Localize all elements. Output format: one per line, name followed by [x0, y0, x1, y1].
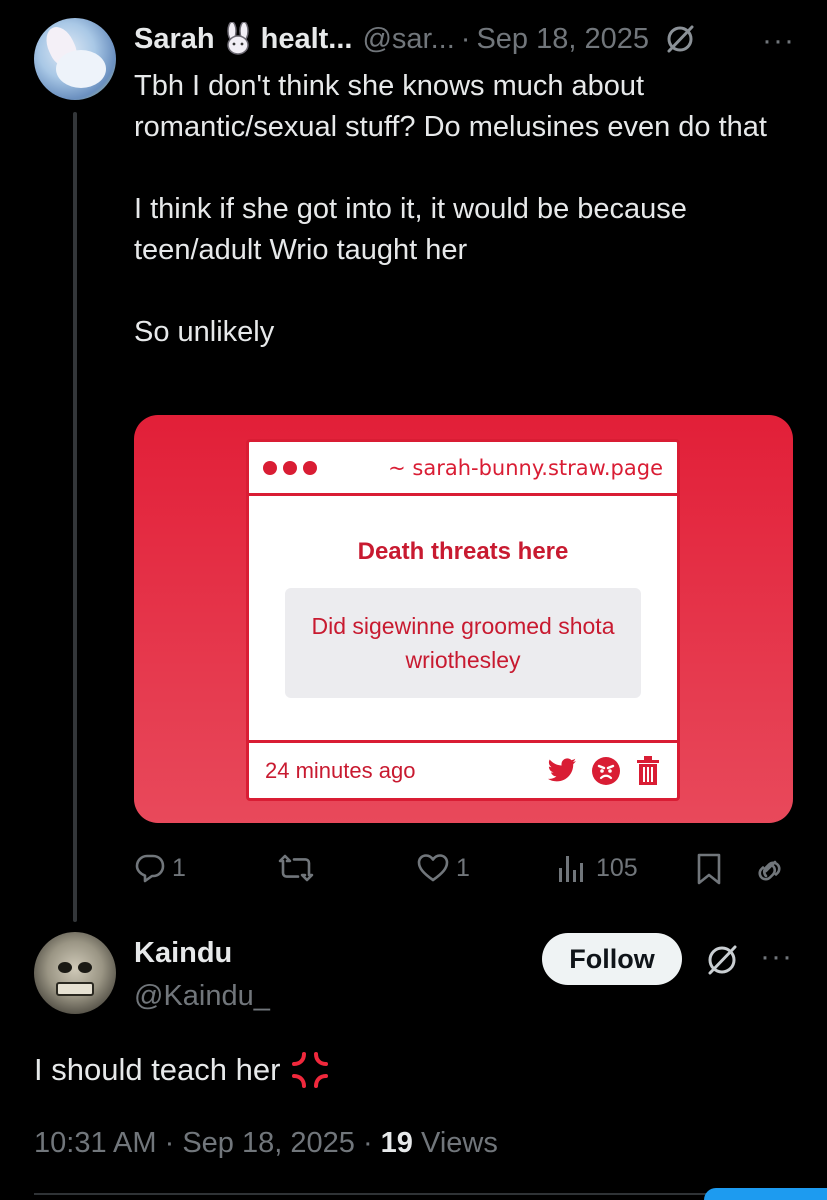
thread-connector-line: [73, 112, 77, 922]
share-icon: [758, 860, 781, 881]
attached-image[interactable]: ~ sarah-bunny.straw.page Death threats h…: [134, 415, 793, 823]
card-time-ago: 24 minutes ago: [265, 757, 416, 783]
reply-button[interactable]: 1: [134, 852, 186, 884]
tweet-paragraph: I think if she got into it, it would be …: [134, 193, 687, 266]
twitter-bird-icon: [547, 757, 576, 781]
anger-symbol-icon: [292, 1052, 329, 1088]
card-icons: [547, 755, 661, 786]
avatar[interactable]: [34, 932, 116, 1014]
more-options-icon[interactable]: ···: [762, 24, 795, 58]
views-chart-icon: [559, 856, 583, 882]
grok-icon[interactable]: [663, 22, 697, 56]
repost-icon: [278, 854, 314, 882]
avatar-mouth: [56, 982, 94, 996]
window-titlebar: ~ sarah-bunny.straw.page: [249, 442, 677, 496]
card-message: Did sigewinne groomed shota wriothesley: [285, 588, 641, 698]
like-button[interactable]: 1: [416, 852, 470, 884]
window-url: ~ sarah-bunny.straw.page: [388, 455, 663, 480]
trash-icon: [637, 755, 659, 785]
grok-icon[interactable]: [704, 942, 740, 978]
tweet-date[interactable]: Sep 18, 2025: [476, 23, 649, 56]
tweet-actions-bar: 1 1 105: [134, 846, 794, 890]
like-count: 1: [456, 853, 470, 882]
tweet-paragraph: Tbh I don't think she knows much about r…: [134, 70, 767, 143]
avatar-eye: [58, 962, 72, 973]
avatar-eye: [78, 962, 92, 973]
tweet-paragraph: I should teach her: [34, 1052, 281, 1087]
bookmark-button[interactable]: [694, 852, 724, 886]
separator-dot: ·: [460, 22, 471, 55]
more-options-icon[interactable]: ···: [760, 940, 793, 974]
tweet-date[interactable]: Sep 18, 2025: [182, 1127, 355, 1159]
separator-dot: ·: [362, 1127, 373, 1159]
bookmark-icon: [697, 853, 721, 885]
display-name[interactable]: Kaindu: [134, 937, 232, 970]
views-label: Views: [421, 1127, 498, 1159]
views-button[interactable]: 105: [556, 852, 638, 884]
handle[interactable]: @Kaindu_: [134, 980, 270, 1013]
avatar[interactable]: [34, 18, 116, 100]
repost-button[interactable]: [278, 852, 320, 884]
views-count: 19: [380, 1127, 413, 1159]
tweet-text: I should teach her: [34, 1050, 330, 1090]
tweet-header: Sarah healt... @sar... · Sep 18, 2025: [134, 22, 697, 56]
browser-window-graphic: ~ sarah-bunny.straw.page Death threats h…: [246, 439, 680, 801]
tweet-time[interactable]: 10:31 AM: [34, 1127, 157, 1159]
share-button[interactable]: [752, 852, 788, 886]
bunny-emoji-icon: [226, 22, 249, 55]
reply-count: 1: [172, 853, 186, 882]
tweet-text: Tbh I don't think she knows much about r…: [134, 66, 794, 353]
window-dots-icon: [263, 460, 317, 475]
avatar-bunny-face: [56, 50, 106, 88]
floating-button-edge[interactable]: [704, 1188, 827, 1200]
reply-icon: [135, 854, 165, 883]
follow-button[interactable]: Follow: [542, 933, 682, 985]
card-title: Death threats here: [357, 538, 569, 565]
view-count: 105: [596, 853, 638, 882]
display-name[interactable]: Sarah: [134, 23, 215, 56]
angry-face-icon: [592, 756, 620, 785]
tweet-metadata: 10:31 AM · Sep 18, 2025 · 19 Views: [34, 1127, 498, 1160]
tweet-paragraph: So unlikely: [134, 316, 275, 348]
handle[interactable]: @sar...: [362, 23, 454, 56]
heart-icon: [417, 854, 449, 882]
display-name-suffix[interactable]: healt...: [261, 23, 353, 56]
window-footer: 24 minutes ago: [249, 740, 677, 798]
separator-dot: ·: [164, 1127, 175, 1159]
